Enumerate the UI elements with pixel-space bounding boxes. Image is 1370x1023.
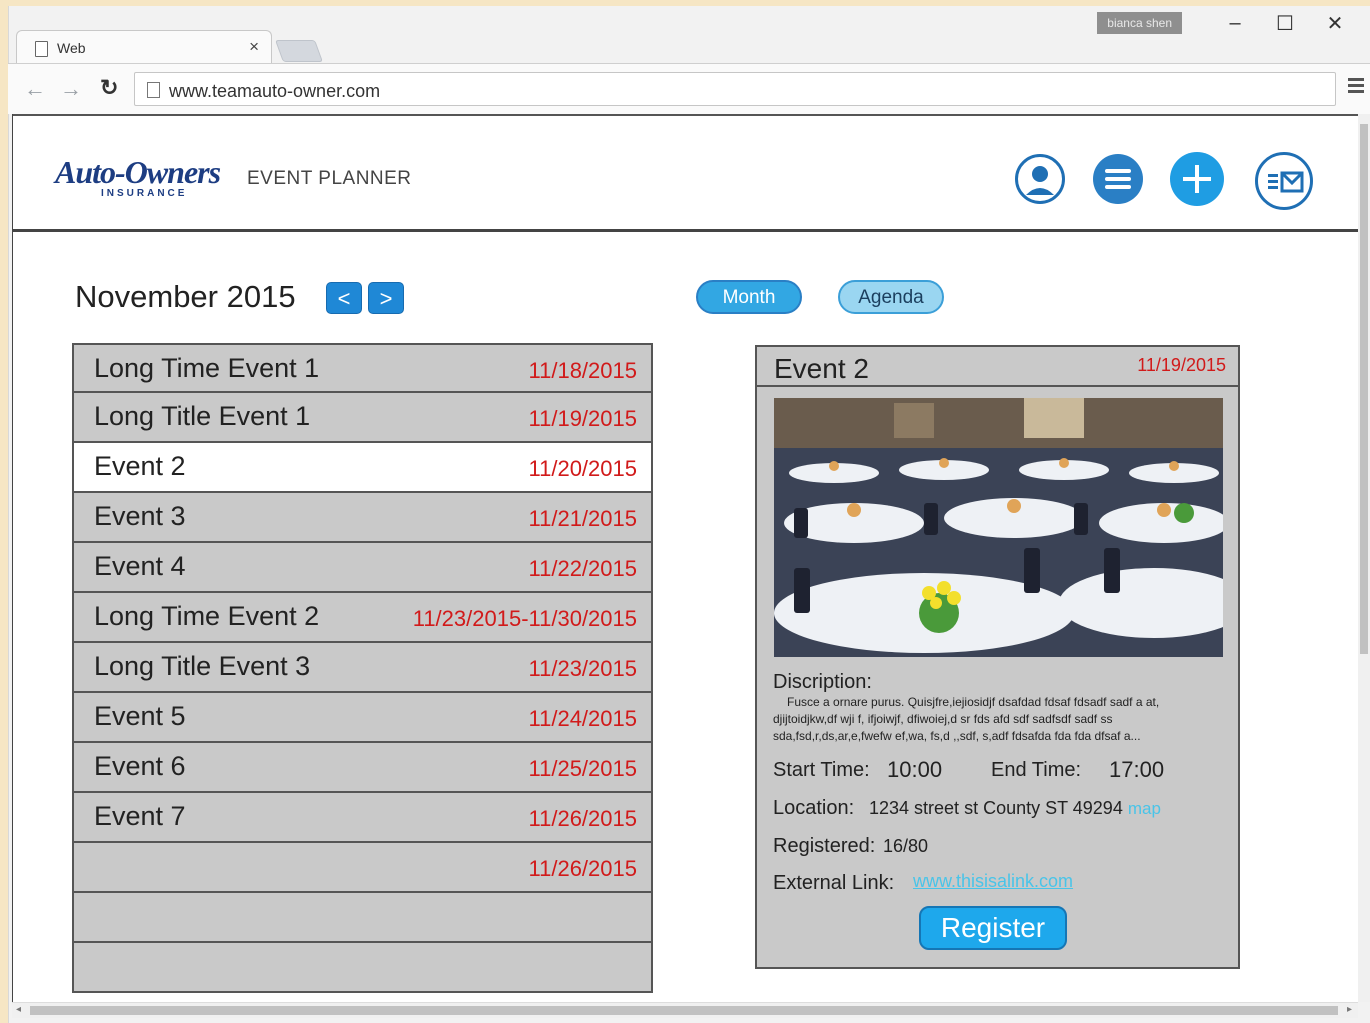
menu-list-icon[interactable] xyxy=(1093,154,1143,204)
registered-label: Registered: xyxy=(773,835,876,857)
mail-icon[interactable] xyxy=(1255,152,1313,210)
event-detail-panel: Event 2 11/19/2015 Discription: Fusce a … xyxy=(755,345,1240,969)
vertical-scrollbar[interactable] xyxy=(1358,114,1370,1002)
event-row[interactable]: Long Title Event 3 11/23/2015 xyxy=(72,643,653,693)
event-row[interactable]: Long Time Event 2 11/23/2015-11/30/2015 xyxy=(72,593,653,643)
web-page: Auto-Owners INSURANCE EVENT PLANNER Nove… xyxy=(12,114,1360,1002)
detail-header: Event 2 11/19/2015 xyxy=(757,347,1238,387)
event-date: 11/22/2015 xyxy=(528,556,637,581)
map-link[interactable]: map xyxy=(1128,799,1161,818)
event-name: Event 7 xyxy=(94,801,186,831)
start-time-label: Start Time: xyxy=(773,759,870,781)
event-name: Long Time Event 2 xyxy=(94,601,320,631)
start-time-value: 10:00 xyxy=(887,757,943,782)
location-label: Location: xyxy=(773,797,855,819)
external-link[interactable]: www.thisisalink.com xyxy=(913,871,1073,892)
event-row[interactable]: Long Title Event 1 11/19/2015 xyxy=(72,393,653,443)
event-name: Event 6 xyxy=(94,751,186,781)
month-label: November 2015 xyxy=(75,279,296,314)
end-time-value: 17:00 xyxy=(1109,757,1165,782)
close-tab-icon[interactable]: × xyxy=(249,37,259,57)
event-row[interactable]: 11/26/2015 xyxy=(72,843,653,893)
scroll-left-icon[interactable]: ◂ xyxy=(16,1004,21,1015)
window-controls: bianca shen – ☐ ✕ xyxy=(1097,8,1360,38)
prev-month-button[interactable]: < xyxy=(326,282,362,314)
app-header: Auto-Owners INSURANCE EVENT PLANNER xyxy=(13,114,1359,232)
logo-wordmark: Auto-Owners xyxy=(55,154,221,190)
event-date: 11/26/2015 xyxy=(528,856,637,881)
address-bar[interactable]: www.teamauto-owner.com xyxy=(134,72,1336,106)
event-name: Long Title Event 1 xyxy=(94,401,311,431)
event-name: Event 5 xyxy=(94,701,186,731)
event-date: 11/19/2015 xyxy=(528,406,637,431)
logo-subtitle: INSURANCE xyxy=(101,188,188,199)
page-icon xyxy=(35,41,48,57)
registered-value: 16/80 xyxy=(883,836,929,856)
location-value: 1234 street st County ST 49294 map xyxy=(869,798,1161,819)
event-name: Event 3 xyxy=(94,501,186,531)
event-name: Long Time Event 1 xyxy=(94,353,320,383)
end-time-label: End Time: xyxy=(991,759,1082,781)
description-text: Fusce a ornare purus. Quisjfre,iejiosidj… xyxy=(773,695,1160,743)
external-link-label: External Link: xyxy=(773,872,895,894)
close-window-icon[interactable]: ✕ xyxy=(1310,11,1360,36)
page-icon xyxy=(147,82,160,98)
url-text[interactable]: www.teamauto-owner.com xyxy=(169,81,380,102)
scroll-right-icon[interactable]: ▸ xyxy=(1347,1004,1352,1015)
description-label: Discription: xyxy=(773,671,872,693)
app-title: EVENT PLANNER xyxy=(247,168,412,189)
reload-icon[interactable]: ↻ xyxy=(100,75,118,101)
event-date: 11/18/2015 xyxy=(528,358,637,383)
event-name: Event 4 xyxy=(94,551,186,581)
event-row[interactable]: Event 5 11/24/2015 xyxy=(72,693,653,743)
event-row-selected[interactable]: Event 2 11/20/2015 xyxy=(72,443,653,493)
register-button[interactable]: Register xyxy=(919,906,1067,950)
event-date: 11/25/2015 xyxy=(528,756,637,781)
event-row[interactable]: Event 6 11/25/2015 xyxy=(72,743,653,793)
horizontal-scroll-thumb[interactable] xyxy=(30,1006,1338,1015)
event-name: Long Title Event 3 xyxy=(94,651,311,681)
minimize-icon[interactable]: – xyxy=(1210,12,1260,35)
maximize-icon[interactable]: ☐ xyxy=(1260,11,1310,36)
event-row-empty[interactable] xyxy=(72,943,653,993)
agenda-view-button[interactable]: Agenda xyxy=(838,280,944,314)
next-month-button[interactable]: > xyxy=(368,282,404,314)
detail-date: 11/19/2015 xyxy=(1137,355,1226,375)
month-view-button[interactable]: Month xyxy=(696,280,802,314)
event-row-empty[interactable] xyxy=(72,893,653,943)
event-row[interactable]: Event 3 11/21/2015 xyxy=(72,493,653,543)
event-row[interactable]: Long Time Event 1 11/18/2015 xyxy=(72,343,653,393)
browser-menu-icon[interactable] xyxy=(1348,78,1364,96)
event-row[interactable]: Event 7 11/26/2015 xyxy=(72,793,653,843)
event-date: 11/21/2015 xyxy=(528,506,637,531)
add-event-icon[interactable] xyxy=(1170,152,1224,206)
event-date: 11/23/2015 xyxy=(528,656,637,681)
window-user-chip[interactable]: bianca shen xyxy=(1097,12,1182,34)
browser-tab[interactable]: Web × xyxy=(16,30,272,64)
event-photo xyxy=(774,398,1223,657)
back-arrow-icon[interactable]: ← xyxy=(24,76,46,102)
auto-owners-logo[interactable]: Auto-Owners INSURANCE xyxy=(55,154,221,199)
event-name: Event 2 xyxy=(94,451,186,481)
event-date: 11/24/2015 xyxy=(528,706,637,731)
event-date: 11/20/2015 xyxy=(528,456,637,481)
event-date: 11/26/2015 xyxy=(528,806,637,831)
event-list: Long Time Event 1 11/18/2015 Long Title E… xyxy=(72,343,653,993)
location-address: 1234 street st County ST 49294 xyxy=(869,798,1123,818)
forward-arrow-icon[interactable]: → xyxy=(60,76,82,102)
horizontal-scrollbar[interactable]: ◂ ▸ xyxy=(12,1002,1358,1018)
browser-toolbar: ← → ↻ www.teamauto-owner.com xyxy=(8,63,1370,114)
new-tab-button[interactable] xyxy=(274,40,324,62)
vertical-scroll-thumb[interactable] xyxy=(1360,124,1368,654)
tab-title: Web xyxy=(57,40,86,56)
detail-title: Event 2 xyxy=(774,353,869,384)
event-row[interactable]: Event 4 11/22/2015 xyxy=(72,543,653,593)
user-profile-icon[interactable] xyxy=(1015,154,1065,204)
event-date: 11/23/2015-11/30/2015 xyxy=(412,606,637,631)
